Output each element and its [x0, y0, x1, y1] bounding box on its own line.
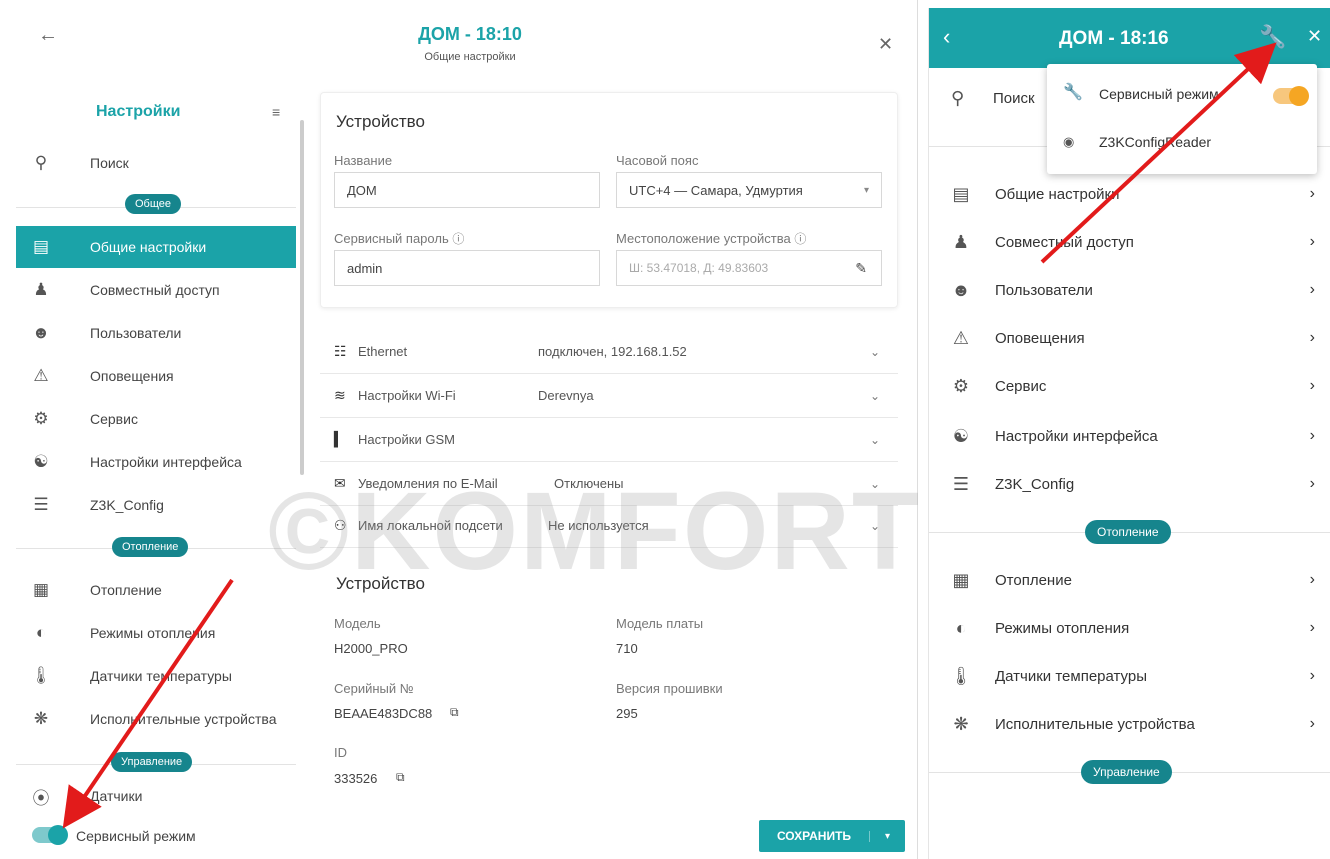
- arrow-to-service-toggle: [62, 578, 234, 829]
- arrow-to-wrench: [1040, 42, 1277, 264]
- annotation-arrows: [62, 42, 1277, 829]
